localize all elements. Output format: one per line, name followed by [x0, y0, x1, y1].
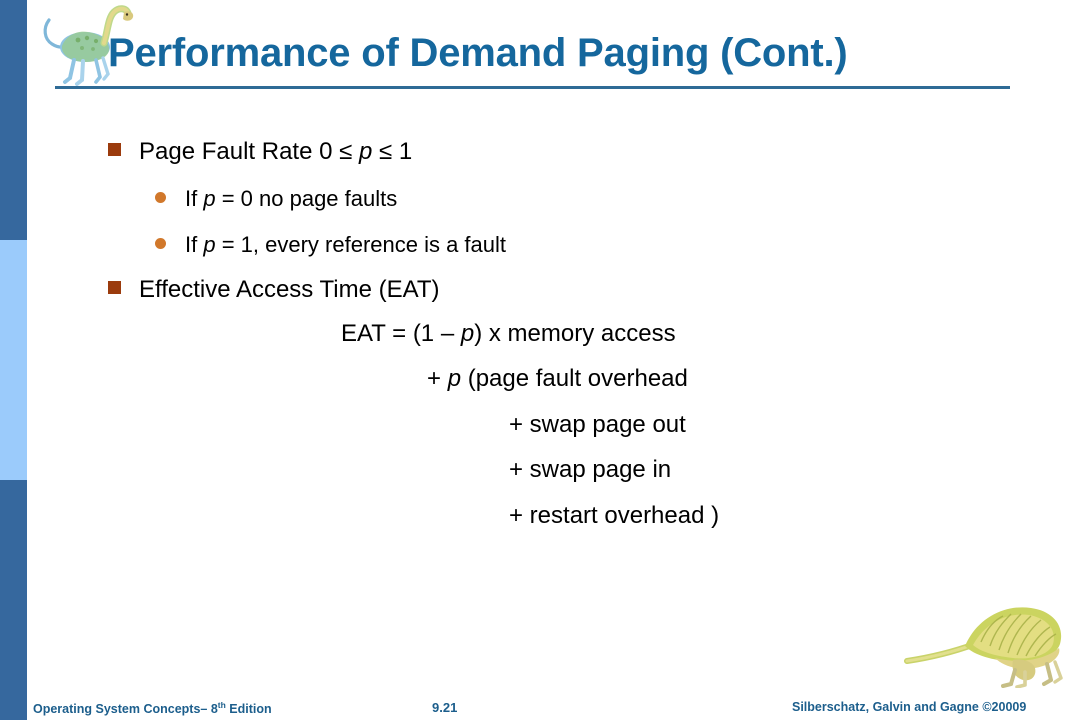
slide-page-number: 9.21: [432, 700, 458, 715]
footer-edition-tail: Edition: [225, 702, 272, 717]
bullet-text: Effective Access Time (EAT): [139, 276, 440, 303]
footer-edition-main: Operating System Concepts– 8: [33, 702, 218, 717]
eat-line-3: + swap page out: [509, 411, 686, 438]
eat-line-1: EAT = (1 – p) x memory access: [341, 320, 676, 347]
bullet-if-p-one: If p = 1, every reference is a fault: [155, 232, 506, 258]
round-bullet-icon: [155, 238, 166, 249]
slide-footer: Operating System Concepts– 8th Edition 9…: [0, 680, 1080, 720]
round-bullet-icon: [155, 192, 166, 203]
footer-edition-label: Operating System Concepts– 8th Edition: [33, 700, 272, 716]
page-title: Performance of Demand Paging (Cont.): [108, 31, 848, 75]
footer-copyright: Silberschatz, Galvin and Gagne ©20009: [792, 700, 1027, 714]
title-underline-rule: [55, 86, 1010, 89]
bullet-text: If p = 1, every reference is a fault: [185, 232, 507, 257]
slide-header: Performance of Demand Paging (Cont.): [0, 0, 1080, 100]
eat-line-4: + swap page in: [509, 456, 672, 483]
eat-line-2: + p (page fault overhead: [427, 365, 688, 392]
sail-backed-dinosaur-icon: [904, 607, 1063, 688]
slide-body: Page Fault Rate 0 ≤ p ≤ 1 If p = 0 no pa…: [0, 100, 1080, 660]
footer-edition-ordinal: th: [217, 700, 226, 710]
bullet-text: Page Fault Rate 0 ≤ p ≤ 1: [139, 138, 413, 165]
bullet-text: If p = 0 no page faults: [185, 186, 398, 211]
bullet-effective-access-time: Effective Access Time (EAT): [108, 276, 440, 304]
bullet-if-p-zero: If p = 0 no page faults: [155, 186, 397, 212]
square-bullet-icon: [108, 143, 121, 156]
square-bullet-icon: [108, 281, 121, 294]
eat-line-5: + restart overhead ): [509, 502, 720, 529]
bullet-page-fault-rate: Page Fault Rate 0 ≤ p ≤ 1: [108, 138, 412, 166]
